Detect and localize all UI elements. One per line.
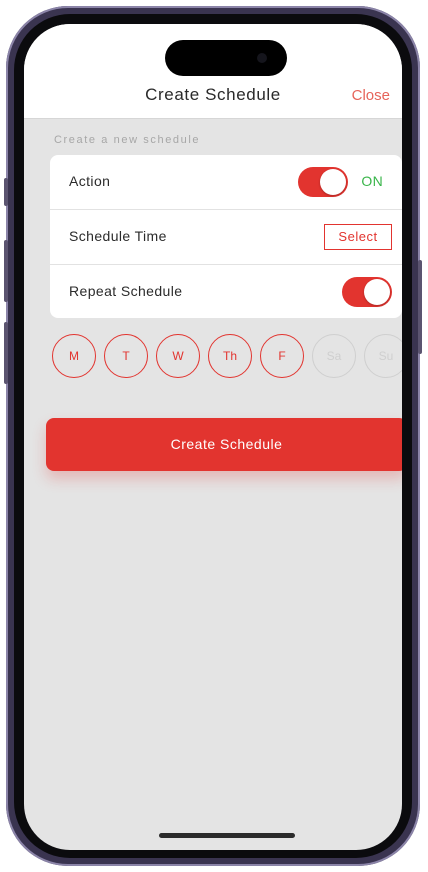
repeat-schedule-row: Repeat Schedule bbox=[50, 265, 402, 318]
schedule-time-row: Schedule Time Select bbox=[50, 210, 402, 265]
side-button-action bbox=[4, 178, 8, 206]
close-button[interactable]: Close bbox=[352, 87, 390, 104]
repeat-schedule-label: Repeat Schedule bbox=[69, 283, 183, 299]
day-thursday[interactable]: Th bbox=[208, 334, 252, 378]
create-schedule-button[interactable]: Create Schedule bbox=[46, 418, 402, 471]
repeat-toggle[interactable] bbox=[342, 277, 392, 307]
action-state-text: ON bbox=[361, 173, 383, 189]
screen: Create Schedule Close Create a new sched… bbox=[24, 24, 402, 850]
day-tuesday[interactable]: T bbox=[104, 334, 148, 378]
toggle-knob bbox=[364, 279, 390, 305]
day-sunday[interactable]: Su bbox=[364, 334, 402, 378]
side-button-power bbox=[418, 260, 422, 354]
day-friday[interactable]: F bbox=[260, 334, 304, 378]
side-button-volume-up bbox=[4, 240, 8, 302]
home-indicator[interactable] bbox=[159, 833, 295, 838]
day-saturday[interactable]: Sa bbox=[312, 334, 356, 378]
schedule-time-label: Schedule Time bbox=[69, 228, 167, 244]
front-camera-icon bbox=[257, 53, 267, 63]
phone-frame: Create Schedule Close Create a new sched… bbox=[4, 6, 422, 866]
select-time-button[interactable]: Select bbox=[324, 224, 392, 250]
action-label: Action bbox=[69, 173, 111, 189]
schedule-settings-card: Action ON Schedule Time Select Repeat Sc… bbox=[50, 155, 402, 318]
action-row: Action ON bbox=[50, 155, 402, 210]
dynamic-island bbox=[165, 40, 287, 76]
toggle-knob bbox=[320, 169, 346, 195]
section-label: Create a new schedule bbox=[54, 134, 201, 146]
action-toggle[interactable] bbox=[298, 167, 348, 197]
page-title: Create Schedule bbox=[145, 85, 281, 104]
weekday-selector: M T W Th F Sa Su bbox=[52, 334, 402, 380]
day-monday[interactable]: M bbox=[52, 334, 96, 378]
side-button-volume-down bbox=[4, 322, 8, 384]
day-wednesday[interactable]: W bbox=[156, 334, 200, 378]
